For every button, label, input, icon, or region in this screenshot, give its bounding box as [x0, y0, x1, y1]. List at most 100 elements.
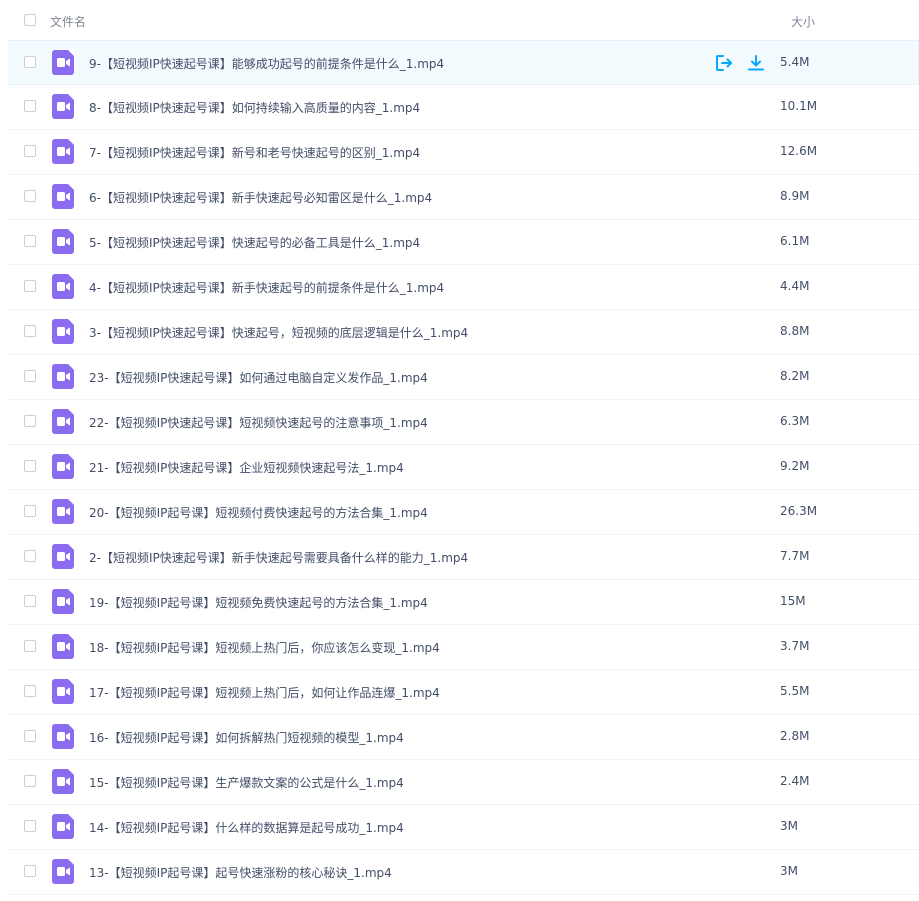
file-row[interactable]: 4-【短视频IP快速起号课】新手快速起号的前提条件是什么_1.mp4 4.4M — [8, 265, 919, 310]
file-row[interactable]: 22-【短视频IP快速起号课】短视频快速起号的注意事项_1.mp4 6.3M — [8, 400, 919, 445]
file-row[interactable]: 9-【短视频IP快速起号课】能够成功起号的前提条件是什么_1.mp4 5.4M — [8, 40, 919, 85]
row-checkbox[interactable] — [24, 415, 36, 427]
file-row[interactable]: 16-【短视频IP起号课】如何拆解热门短视频的模型_1.mp4 2.8M — [8, 715, 919, 760]
video-file-icon — [52, 679, 74, 704]
file-size: 3.7M — [780, 639, 810, 653]
file-name[interactable]: 8-【短视频IP快速起号课】如何持续输入高质量的内容_1.mp4 — [89, 99, 420, 116]
video-file-icon — [52, 634, 74, 659]
file-size: 8.8M — [780, 324, 810, 338]
file-row[interactable]: 3-【短视频IP快速起号课】快速起号，短视频的底层逻辑是什么_1.mp4 8.8… — [8, 310, 919, 355]
file-name[interactable]: 15-【短视频IP起号课】生产爆款文案的公式是什么_1.mp4 — [89, 774, 404, 791]
file-name[interactable]: 6-【短视频IP快速起号课】新手快速起号必知雷区是什么_1.mp4 — [89, 189, 432, 206]
video-file-icon — [52, 499, 74, 524]
video-file-icon — [52, 274, 74, 299]
file-name[interactable]: 13-【短视频IP起号课】起号快速涨粉的核心秘诀_1.mp4 — [89, 864, 392, 881]
file-row[interactable]: 5-【短视频IP快速起号课】快速起号的必备工具是什么_1.mp4 6.1M — [8, 220, 919, 265]
file-size: 6.1M — [780, 234, 810, 248]
file-name[interactable]: 19-【短视频IP起号课】短视频免费快速起号的方法合集_1.mp4 — [89, 594, 428, 611]
file-name[interactable]: 21-【短视频IP快速起号课】企业短视频快速起号法_1.mp4 — [89, 459, 404, 476]
file-name[interactable]: 5-【短视频IP快速起号课】快速起号的必备工具是什么_1.mp4 — [89, 234, 420, 251]
row-checkbox[interactable] — [24, 145, 36, 157]
video-file-icon — [52, 769, 74, 794]
file-name[interactable]: 17-【短视频IP起号课】短视频上热门后，如何让作品连爆_1.mp4 — [89, 684, 440, 701]
row-checkbox[interactable] — [24, 730, 36, 742]
row-checkbox[interactable] — [24, 595, 36, 607]
video-file-icon — [52, 364, 74, 389]
row-checkbox[interactable] — [24, 460, 36, 472]
video-file-icon — [52, 589, 74, 614]
file-row[interactable]: 23-【短视频IP快速起号课】如何通过电脑自定义发作品_1.mp4 8.2M — [8, 355, 919, 400]
file-size: 15M — [780, 594, 806, 608]
file-size: 4.4M — [780, 279, 810, 293]
file-name[interactable]: 20-【短视频IP起号课】短视频付费快速起号的方法合集_1.mp4 — [89, 504, 428, 521]
row-checkbox[interactable] — [24, 505, 36, 517]
row-checkbox[interactable] — [24, 100, 36, 112]
file-name[interactable]: 14-【短视频IP起号课】什么样的数据算是起号成功_1.mp4 — [89, 819, 404, 836]
video-file-icon — [52, 50, 74, 75]
file-name[interactable]: 16-【短视频IP起号课】如何拆解热门短视频的模型_1.mp4 — [89, 729, 404, 746]
file-size: 10.1M — [780, 99, 818, 113]
column-header-name[interactable]: 文件名 — [50, 13, 86, 30]
file-name[interactable]: 7-【短视频IP快速起号课】新号和老号快速起号的区别_1.mp4 — [89, 144, 420, 161]
video-file-icon — [52, 544, 74, 569]
file-size: 8.9M — [780, 189, 810, 203]
file-row[interactable]: 13-【短视频IP起号课】起号快速涨粉的核心秘诀_1.mp4 3M — [8, 850, 919, 895]
file-row[interactable]: 18-【短视频IP起号课】短视频上热门后，你应该怎么变现_1.mp4 3.7M — [8, 625, 919, 670]
download-icon[interactable] — [747, 54, 765, 72]
file-size: 5.5M — [780, 684, 810, 698]
select-all-checkbox[interactable] — [24, 14, 36, 26]
row-checkbox[interactable] — [24, 820, 36, 832]
row-checkbox[interactable] — [24, 280, 36, 292]
file-size: 8.2M — [780, 369, 810, 383]
file-row[interactable]: 7-【短视频IP快速起号课】新号和老号快速起号的区别_1.mp4 12.6M — [8, 130, 919, 175]
file-size: 7.7M — [780, 549, 810, 563]
file-row[interactable]: 19-【短视频IP起号课】短视频免费快速起号的方法合集_1.mp4 15M — [8, 580, 919, 625]
file-size: 9.2M — [780, 459, 810, 473]
file-size: 2.4M — [780, 774, 810, 788]
file-size: 5.4M — [780, 55, 810, 69]
video-file-icon — [52, 724, 74, 749]
row-checkbox[interactable] — [24, 235, 36, 247]
file-row[interactable]: 2-【短视频IP快速起号课】新手快速起号需要具备什么样的能力_1.mp4 7.7… — [8, 535, 919, 580]
row-checkbox[interactable] — [24, 56, 36, 68]
file-size: 3M — [780, 864, 798, 878]
file-name[interactable]: 2-【短视频IP快速起号课】新手快速起号需要具备什么样的能力_1.mp4 — [89, 549, 468, 566]
row-checkbox[interactable] — [24, 865, 36, 877]
row-checkbox[interactable] — [24, 775, 36, 787]
row-actions — [715, 54, 765, 72]
row-checkbox[interactable] — [24, 190, 36, 202]
file-row[interactable]: 14-【短视频IP起号课】什么样的数据算是起号成功_1.mp4 3M — [8, 805, 919, 850]
row-checkbox[interactable] — [24, 550, 36, 562]
video-file-icon — [52, 454, 74, 479]
share-icon[interactable] — [715, 54, 733, 72]
file-rows: 9-【短视频IP快速起号课】能够成功起号的前提条件是什么_1.mp4 5.4M — [0, 40, 919, 895]
video-file-icon — [52, 139, 74, 164]
file-row[interactable]: 8-【短视频IP快速起号课】如何持续输入高质量的内容_1.mp4 10.1M — [8, 85, 919, 130]
file-row[interactable]: 17-【短视频IP起号课】短视频上热门后，如何让作品连爆_1.mp4 5.5M — [8, 670, 919, 715]
video-file-icon — [52, 229, 74, 254]
video-file-icon — [52, 814, 74, 839]
video-file-icon — [52, 409, 74, 434]
row-checkbox[interactable] — [24, 325, 36, 337]
file-name[interactable]: 23-【短视频IP快速起号课】如何通过电脑自定义发作品_1.mp4 — [89, 369, 428, 386]
file-name[interactable]: 9-【短视频IP快速起号课】能够成功起号的前提条件是什么_1.mp4 — [89, 55, 444, 72]
file-size: 6.3M — [780, 414, 810, 428]
file-name[interactable]: 18-【短视频IP起号课】短视频上热门后，你应该怎么变现_1.mp4 — [89, 639, 440, 656]
row-checkbox[interactable] — [24, 370, 36, 382]
file-size: 3M — [780, 819, 798, 833]
file-size: 12.6M — [780, 144, 818, 158]
file-row[interactable]: 15-【短视频IP起号课】生产爆款文案的公式是什么_1.mp4 2.4M — [8, 760, 919, 805]
video-file-icon — [52, 859, 74, 884]
file-row[interactable]: 21-【短视频IP快速起号课】企业短视频快速起号法_1.mp4 9.2M — [8, 445, 919, 490]
file-row[interactable]: 20-【短视频IP起号课】短视频付费快速起号的方法合集_1.mp4 26.3M — [8, 490, 919, 535]
file-name[interactable]: 22-【短视频IP快速起号课】短视频快速起号的注意事项_1.mp4 — [89, 414, 428, 431]
video-file-icon — [52, 319, 74, 344]
column-header-size[interactable]: 大小 — [791, 13, 815, 30]
row-checkbox[interactable] — [24, 640, 36, 652]
file-name[interactable]: 3-【短视频IP快速起号课】快速起号，短视频的底层逻辑是什么_1.mp4 — [89, 324, 468, 341]
file-size: 26.3M — [780, 504, 818, 518]
file-name[interactable]: 4-【短视频IP快速起号课】新手快速起号的前提条件是什么_1.mp4 — [89, 279, 444, 296]
row-checkbox[interactable] — [24, 685, 36, 697]
file-row[interactable]: 6-【短视频IP快速起号课】新手快速起号必知雷区是什么_1.mp4 8.9M — [8, 175, 919, 220]
video-file-icon — [52, 184, 74, 209]
